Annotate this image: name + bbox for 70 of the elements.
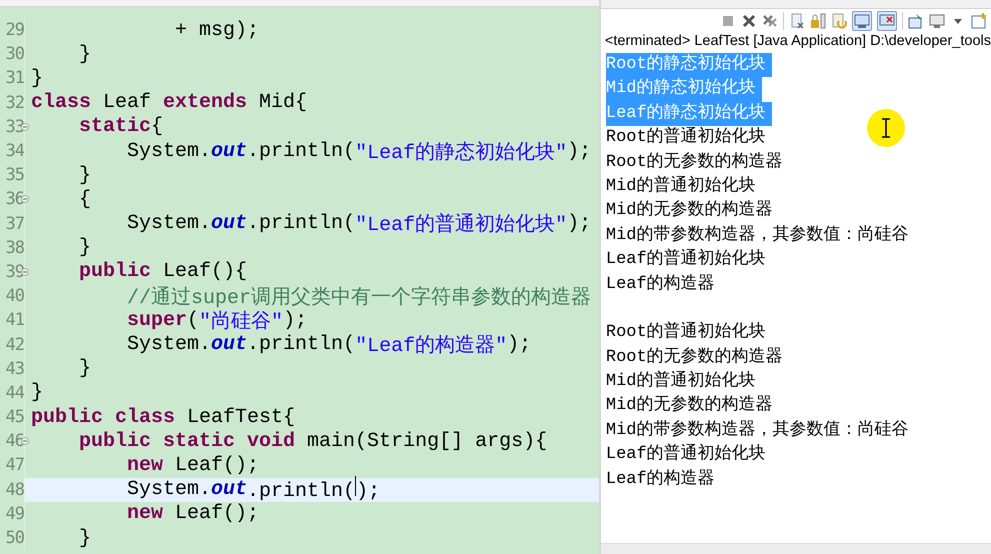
lock-icon[interactable] [810, 13, 826, 29]
line-number: 49 [6, 504, 24, 524]
window-icon[interactable] [908, 13, 924, 29]
code-line: public Leaf(){ [78, 260, 248, 284]
output-line: Root的普通初始化块 [606, 126, 767, 150]
code-line: } [31, 66, 44, 90]
display-icon[interactable] [929, 13, 945, 29]
code-line: System.out.println("Leaf的构造器"); [126, 332, 532, 358]
output-line: Mid的带参数构造器，其参数值：尚硅谷 [606, 224, 910, 247]
code-editor[interactable] [0, 0, 599, 554]
line-number: 41 [6, 310, 24, 330]
code-line: class Leaf extends Mid{ [31, 91, 308, 114]
output-line: Mid的普通初始化块 [606, 370, 756, 394]
output-line: Root的普通初始化块 [606, 321, 767, 344]
output-line: Leaf的构造器 [606, 273, 716, 296]
code-line: System.out.println("Leaf的普通初始化块"); [126, 211, 592, 238]
output-line: Root的无参数的构造器 [606, 346, 784, 369]
console-status: <terminated> LeafTest [Java Application] D:\developer_tools [604, 33, 991, 50]
close-all-icon[interactable] [762, 13, 778, 29]
line-number: 47 [6, 455, 24, 476]
code-line: + msg); [174, 18, 260, 42]
output-line: Root的无参数的构造器 [606, 151, 784, 174]
line-number: 29 [6, 20, 24, 40]
code-line: public class LeafTest{ [31, 406, 296, 429]
stop-icon[interactable] [720, 13, 736, 29]
line-number: 32 [6, 92, 24, 113]
code-line: static{ [78, 115, 164, 138]
code-line: } [78, 236, 92, 260]
line-number: 50 [6, 528, 24, 548]
code-line: super("尚硅谷"); [126, 308, 308, 334]
output-line: Mid的普通初始化块 [606, 174, 756, 198]
line-number: 31 [6, 68, 24, 88]
output-line: Leaf的普通初始化块 [606, 248, 767, 272]
output-line: Leaf的普通初始化块 [606, 443, 767, 466]
output-line: Mid的无参数的构造器 [606, 199, 774, 222]
code-line: { [78, 188, 92, 211]
code-line: } [78, 526, 92, 550]
code-line: } [78, 164, 92, 187]
code-line: System.out.println(); [126, 476, 380, 504]
line-number: 37 [6, 214, 24, 234]
line-number: 48 [6, 480, 24, 500]
line-number: 34 [6, 141, 24, 162]
line-number: 45 [6, 407, 24, 428]
line-number: 44 [6, 382, 24, 403]
line-number: 30 [6, 44, 24, 64]
code-line: new Leaf(); [126, 454, 260, 477]
toggle-button[interactable] [877, 11, 897, 31]
new-window-icon[interactable] [971, 13, 987, 29]
output-line: Leaf的构造器 [606, 468, 716, 491]
code-line: System.out.println("Leaf的静态初始化块"); [126, 138, 592, 165]
code-line: new Leaf(); [126, 502, 260, 526]
line-number: 42 [6, 334, 24, 355]
line-number: 35 [6, 165, 24, 186]
line-number: 38 [6, 238, 24, 258]
cursor-highlight-icon [866, 108, 906, 148]
output-line: Mid的无参数的构造器 [606, 394, 774, 418]
line-number: 43 [6, 358, 24, 379]
code-line: //通过super调用父类中有一个字符串参数的构造器 [126, 285, 592, 310]
output-line: Mid的带参数构造器，其参数值：尚硅谷 [606, 419, 910, 442]
page-icon[interactable] [831, 13, 847, 29]
toggle-button[interactable] [852, 11, 872, 31]
line-number: 40 [6, 286, 24, 306]
horizontal-scrollbar[interactable] [600, 543, 991, 554]
code-line: } [78, 357, 92, 380]
code-line: } [31, 381, 44, 404]
monitor-icon [854, 13, 870, 29]
close-icon[interactable] [741, 13, 757, 29]
code-line: } [78, 42, 92, 66]
document-icon[interactable] [789, 13, 805, 29]
code-line: public static void main(String[] args){ [78, 430, 548, 453]
